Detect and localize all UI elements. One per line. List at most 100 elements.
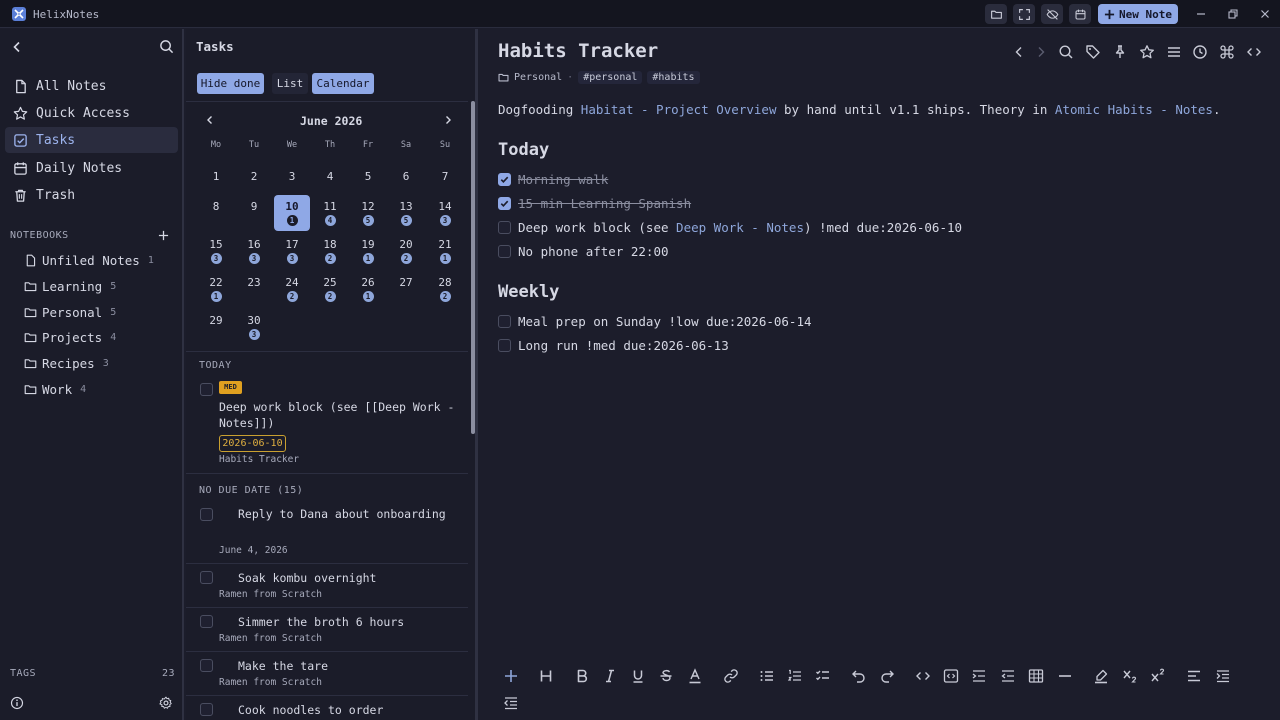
history-button[interactable] xyxy=(1192,44,1208,60)
bullet-list-button[interactable] xyxy=(758,667,776,685)
table-button[interactable] xyxy=(1027,667,1045,685)
list-view-tab[interactable]: List xyxy=(272,73,308,94)
task-text[interactable]: Soak kombu overnight xyxy=(238,570,376,586)
task-source[interactable]: Habits Tracker xyxy=(219,454,299,465)
undo-button[interactable] xyxy=(850,667,868,685)
prev-month-button[interactable] xyxy=(203,113,217,127)
heading-button[interactable] xyxy=(537,667,555,685)
tasks-scrollbar[interactable] xyxy=(471,101,475,434)
calendar-day[interactable]: 13 5 xyxy=(388,195,424,231)
task-checkbox[interactable] xyxy=(200,571,213,584)
notebook-personal[interactable]: Personal 5 xyxy=(24,301,116,323)
wiki-link[interactable]: Habitat - Project Overview xyxy=(581,102,777,117)
insert-block-button[interactable] xyxy=(502,667,520,685)
nav-tasks[interactable]: Tasks xyxy=(5,127,178,153)
calendar-day[interactable]: 25 2 xyxy=(312,271,348,307)
calendar-day[interactable]: 22 1 xyxy=(198,271,234,307)
new-note-button[interactable]: New Note xyxy=(1098,4,1178,24)
pin-button[interactable] xyxy=(1112,44,1128,60)
inline-code-button[interactable] xyxy=(914,667,932,685)
todo-checkbox[interactable] xyxy=(498,220,511,234)
calendar-day[interactable]: 14 3 xyxy=(427,195,463,231)
task-text[interactable]: Cook noodles to order xyxy=(238,702,383,718)
calendar-day[interactable]: 26 1 xyxy=(350,271,386,307)
bold-button[interactable] xyxy=(573,667,591,685)
nav-quick-access[interactable]: Quick Access xyxy=(5,100,178,126)
calendar-day[interactable]: 23 xyxy=(236,271,272,307)
nav-all-notes[interactable]: All Notes xyxy=(5,73,178,99)
task-checkbox[interactable] xyxy=(200,383,213,396)
notebook-projects[interactable]: Projects 4 xyxy=(24,326,116,348)
todo-checkbox[interactable] xyxy=(498,172,511,186)
outline-button[interactable] xyxy=(1166,44,1182,60)
indent-list-button[interactable] xyxy=(970,667,988,685)
nav-trash[interactable]: Trash xyxy=(5,182,178,208)
hide-done-toggle[interactable]: Hide done xyxy=(197,73,264,94)
add-notebook-button[interactable] xyxy=(158,230,169,241)
task-checkbox[interactable] xyxy=(200,703,213,716)
daily-note-button[interactable] xyxy=(1069,4,1091,24)
close-button[interactable] xyxy=(1257,6,1273,22)
horizontal-rule-button[interactable] xyxy=(1056,667,1074,685)
indent-button[interactable] xyxy=(1214,667,1232,685)
todo-checkbox[interactable] xyxy=(498,314,511,328)
calendar-day[interactable]: 29 xyxy=(198,309,234,345)
notebook-recipes[interactable]: Recipes 3 xyxy=(24,352,109,374)
text-color-button[interactable] xyxy=(686,667,704,685)
italic-button[interactable] xyxy=(601,667,619,685)
align-left-button[interactable] xyxy=(1185,667,1203,685)
superscript-button[interactable] xyxy=(1149,667,1167,685)
strikethrough-button[interactable] xyxy=(657,667,675,685)
note-title[interactable]: Habits Tracker xyxy=(498,40,658,62)
task-source[interactable]: Ramen from Scratch xyxy=(219,677,322,688)
calendar-day[interactable]: 10 1 xyxy=(274,195,310,231)
favorite-button[interactable] xyxy=(1139,44,1155,60)
outdent-button[interactable] xyxy=(502,694,520,712)
calendar-day[interactable]: 9 xyxy=(236,195,272,231)
calendar-view-tab[interactable]: Calendar xyxy=(312,73,374,94)
calendar-day[interactable]: 19 1 xyxy=(350,233,386,269)
note-notebook[interactable]: Personal xyxy=(514,72,562,83)
task-source[interactable]: Ramen from Scratch xyxy=(219,589,322,600)
calendar-day[interactable]: 24 2 xyxy=(274,271,310,307)
todo-checkbox[interactable] xyxy=(498,244,511,258)
task-checkbox[interactable] xyxy=(200,615,213,628)
forward-button[interactable] xyxy=(1033,44,1049,60)
fullscreen-button[interactable] xyxy=(1013,4,1035,24)
open-folder-button[interactable] xyxy=(985,4,1007,24)
calendar-day[interactable]: 27 xyxy=(388,271,424,307)
maximize-button[interactable] xyxy=(1225,6,1241,22)
source-mode-button[interactable] xyxy=(1246,44,1262,60)
redo-button[interactable] xyxy=(878,667,896,685)
calendar-day[interactable]: 17 3 xyxy=(274,233,310,269)
code-block-button[interactable] xyxy=(942,667,960,685)
toggle-visibility-button[interactable] xyxy=(1041,4,1063,24)
calendar-day[interactable]: 28 2 xyxy=(427,271,463,307)
calendar-day[interactable]: 30 3 xyxy=(236,309,272,345)
search-button[interactable] xyxy=(159,39,174,54)
calendar-day[interactable]: 20 2 xyxy=(388,233,424,269)
tags-button[interactable] xyxy=(1085,44,1101,60)
notebook-unfiled-notes[interactable]: Unfiled Notes 1 xyxy=(24,249,154,271)
calendar-day[interactable]: 16 3 xyxy=(236,233,272,269)
outdent-list-button[interactable] xyxy=(999,667,1017,685)
find-in-note-button[interactable] xyxy=(1058,44,1074,60)
task-checkbox[interactable] xyxy=(200,659,213,672)
calendar-day[interactable]: 12 5 xyxy=(350,195,386,231)
info-button[interactable] xyxy=(10,696,24,710)
collapse-sidebar-button[interactable] xyxy=(10,40,24,54)
task-text[interactable]: Make the tare xyxy=(238,658,328,674)
link-button[interactable] xyxy=(722,667,740,685)
wiki-link[interactable]: Deep Work - Notes xyxy=(676,220,804,235)
task-text[interactable]: Simmer the broth 6 hours xyxy=(238,614,404,630)
calendar-day[interactable]: 11 4 xyxy=(312,195,348,231)
task-checkbox[interactable] xyxy=(200,508,213,521)
highlight-button[interactable] xyxy=(1092,667,1110,685)
wiki-link[interactable]: Atomic Habits - Notes xyxy=(1055,102,1213,117)
nav-daily-notes[interactable]: Daily Notes xyxy=(5,155,178,181)
settings-button[interactable] xyxy=(159,696,173,710)
checklist-button[interactable] xyxy=(814,667,832,685)
subscript-button[interactable] xyxy=(1121,667,1139,685)
task-text[interactable]: Reply to Dana about onboarding xyxy=(238,506,446,522)
calendar-day[interactable]: 21 1 xyxy=(427,233,463,269)
